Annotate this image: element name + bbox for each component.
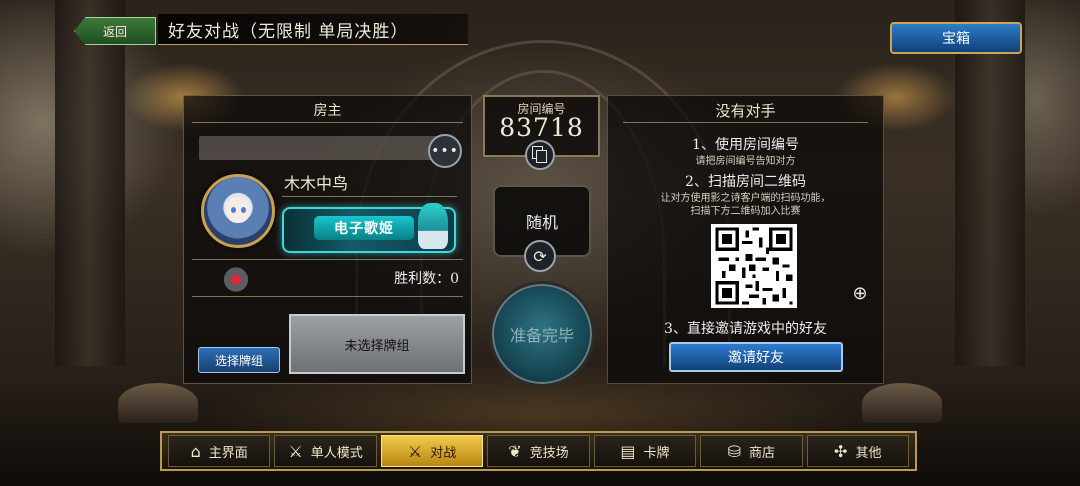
room-number: 83718 [499, 113, 584, 142]
tab-other[interactable]: ✣ 其他 [806, 435, 909, 467]
cards-icon: ▤ [620, 441, 636, 461]
versus-icon: ⚔ [407, 441, 423, 461]
home-icon: ⌂ [190, 441, 201, 461]
step-1-text: 1、使用房间编号 [692, 137, 799, 153]
deck-slot[interactable]: 未选择牌组 [289, 314, 465, 374]
tab-label: 对战 [430, 445, 457, 461]
qr-code[interactable] [711, 224, 797, 308]
host-panel-title: 房主 [313, 103, 342, 119]
player-name: 木木中鸟 [284, 174, 349, 193]
step-1-hint: 请把房间编号告知对方 [695, 156, 796, 167]
right-font-basin [862, 383, 942, 423]
shop-icon: ⛁ [727, 441, 742, 461]
ready-button[interactable]: 准备完毕 [489, 281, 595, 387]
tab-label: 主界面 [208, 445, 248, 461]
player-title-badge: 电子歌姬 [282, 203, 456, 253]
back-button[interactable]: 返回 [74, 17, 156, 45]
step-2-text: 2、扫描房间二维码 [685, 174, 806, 190]
tab-arena[interactable]: ❦ 竞技场 [487, 435, 590, 467]
avatar[interactable] [201, 174, 275, 248]
speech-bubble-icon[interactable]: ••• [428, 134, 462, 168]
opponent-panel: 没有对手 1、使用房间编号 请把房间编号告知对方 2、扫描房间二维码 让对方使用… [607, 95, 884, 384]
divider [623, 122, 868, 123]
tab-label: 竞技场 [529, 445, 569, 461]
step-2-hint-line2: 扫描下方二维码加入比赛 [690, 206, 801, 217]
divider [192, 122, 463, 123]
title-badge-text: 电子歌姬 [314, 216, 414, 240]
page-title: 好友对战（无限制 单局决胜） [158, 14, 468, 45]
crossed-swords-icon: ⚔ [288, 441, 303, 461]
tab-shop[interactable]: ⛁ 商店 [700, 435, 803, 467]
tab-battle[interactable]: ⚔ 对战 [380, 435, 484, 467]
step-3-text: 3、直接邀请游戏中的好友 [664, 321, 827, 337]
refresh-icon[interactable]: ⟳ [524, 240, 556, 272]
zoom-in-icon[interactable]: ⊕ [848, 281, 872, 305]
treasure-chest-button[interactable]: 宝箱 [890, 22, 1022, 54]
tab-cards[interactable]: ▤ 卡牌 [593, 435, 697, 467]
tab-label: 其他 [855, 445, 882, 461]
tab-label: 商店 [749, 445, 776, 461]
laurel-icon: ❦ [508, 441, 522, 461]
copy-icon[interactable] [525, 140, 555, 170]
divider [192, 259, 463, 260]
tab-label: 卡牌 [643, 445, 670, 461]
bottom-navigation: ⌂ 主界面 ⚔ 单人模式 ⚔ 对战 ❦ 竞技场 ▤ 卡牌 ⛁ 商店 ✣ 其他 [160, 431, 917, 471]
select-deck-button[interactable]: 选择牌组 [198, 347, 280, 373]
left-font-basin [118, 383, 198, 423]
tab-solo-mode[interactable]: ⚔ 单人模式 [274, 435, 377, 467]
host-panel: 房主 ••• 木木中鸟 电子歌姬 胜利数：0 选择牌组 未选择牌组 [183, 95, 472, 384]
rank-emblem-icon [222, 263, 250, 293]
character-chibi-icon [418, 203, 448, 249]
invite-friend-button[interactable]: 邀请好友 [669, 342, 843, 372]
divider [282, 196, 457, 197]
tab-home[interactable]: ⌂ 主界面 [168, 435, 271, 467]
tab-label: 单人模式 [310, 445, 363, 461]
opponent-panel-title: 没有对手 [715, 102, 776, 120]
win-count: 胜利数：0 [394, 271, 459, 287]
divider [192, 296, 463, 297]
misc-icon: ✣ [834, 441, 848, 461]
chat-message-strip [199, 136, 444, 160]
